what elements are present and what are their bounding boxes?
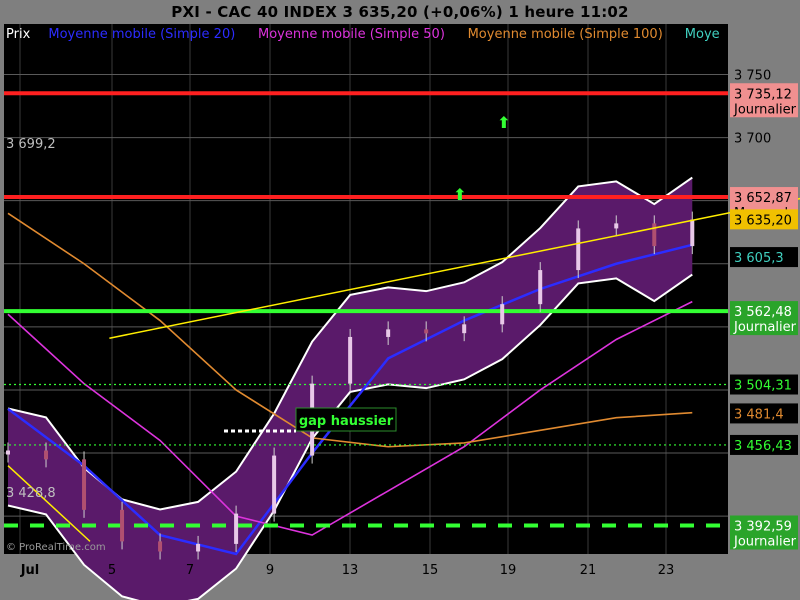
level-value: 3 735,12: [734, 87, 792, 102]
x-tick-label: 13: [342, 563, 359, 578]
candle-body: [158, 541, 163, 552]
left-level-top: 3 699,2: [6, 137, 56, 152]
candle-body: [6, 450, 10, 455]
candle-body: [196, 543, 201, 552]
level-value: 3 652,87: [734, 191, 792, 206]
candle-body: [424, 329, 429, 334]
price-tag-value: 3 635,20: [734, 213, 792, 228]
legend: Prix Moyenne mobile (Simple 20) Moyenne mo…: [6, 27, 720, 42]
level-value: 3 504,31: [734, 379, 792, 394]
up-arrow-icon: ⬆: [497, 113, 510, 132]
legend-item: Moye: [685, 27, 720, 42]
x-tick-label: Jul: [20, 563, 40, 578]
x-tick-label: 9: [266, 563, 274, 578]
up-arrow-icon: ⬆: [453, 185, 466, 204]
y-axis: 3 735,12Journalier3 652,87Mensuel3 562,4…: [730, 68, 798, 549]
candle-body: [614, 223, 619, 229]
candle-body: [44, 450, 49, 460]
gap-label: gap haussier: [299, 414, 394, 429]
candle-body: [538, 270, 543, 305]
legend-item: Moyenne mobile (Simple 50): [258, 27, 445, 42]
price-tag-value: 3 605,3: [734, 251, 784, 266]
x-tick-label: 15: [422, 563, 439, 578]
legend-item: Prix: [6, 27, 31, 42]
candle-body: [82, 459, 87, 510]
legend-item: Moyenne mobile (Simple 100): [468, 27, 663, 42]
level-type: Journalier: [733, 102, 797, 117]
plot-background: [4, 24, 728, 554]
chart-title: PXI - CAC 40 INDEX 3 635,20 (+0,06%) 1 h…: [171, 3, 629, 21]
y-tick-label: 3 750: [734, 68, 771, 83]
chart-window: PXI - CAC 40 INDEX 3 635,20 (+0,06%) 1 h…: [0, 0, 800, 600]
level-type: Journalier: [733, 534, 797, 549]
candle-body: [500, 304, 505, 325]
left-level-bottom: 3 428,8: [6, 486, 56, 501]
price-chart[interactable]: gap haussier 3 699,2 3 428,8 © ProRealTi…: [0, 24, 800, 600]
candle-body: [348, 336, 353, 384]
candle-body: [576, 228, 581, 271]
candle-body: [690, 219, 695, 247]
x-tick-label: 23: [658, 563, 675, 578]
candle-body: [234, 513, 239, 544]
level-value: 3 562,48: [734, 305, 792, 320]
candle-body: [272, 455, 277, 514]
level-value: 3 456,43: [734, 439, 792, 454]
price-tag-value: 3 481,4: [734, 407, 784, 422]
x-tick-label: 19: [500, 563, 517, 578]
y-tick-label: 3 700: [734, 132, 771, 147]
candle-body: [462, 324, 467, 334]
candle-body: [652, 223, 657, 247]
level-type: Journalier: [733, 320, 797, 335]
x-tick-label: 21: [580, 563, 597, 578]
candle-body: [386, 329, 391, 337]
level-value: 3 392,59: [734, 519, 792, 534]
legend-item: Moyenne mobile (Simple 20): [48, 27, 235, 42]
candle-body: [120, 509, 125, 542]
x-tick-label: 7: [186, 563, 194, 578]
watermark: © ProRealTime.com: [6, 542, 106, 553]
x-tick-label: 5: [108, 563, 116, 578]
